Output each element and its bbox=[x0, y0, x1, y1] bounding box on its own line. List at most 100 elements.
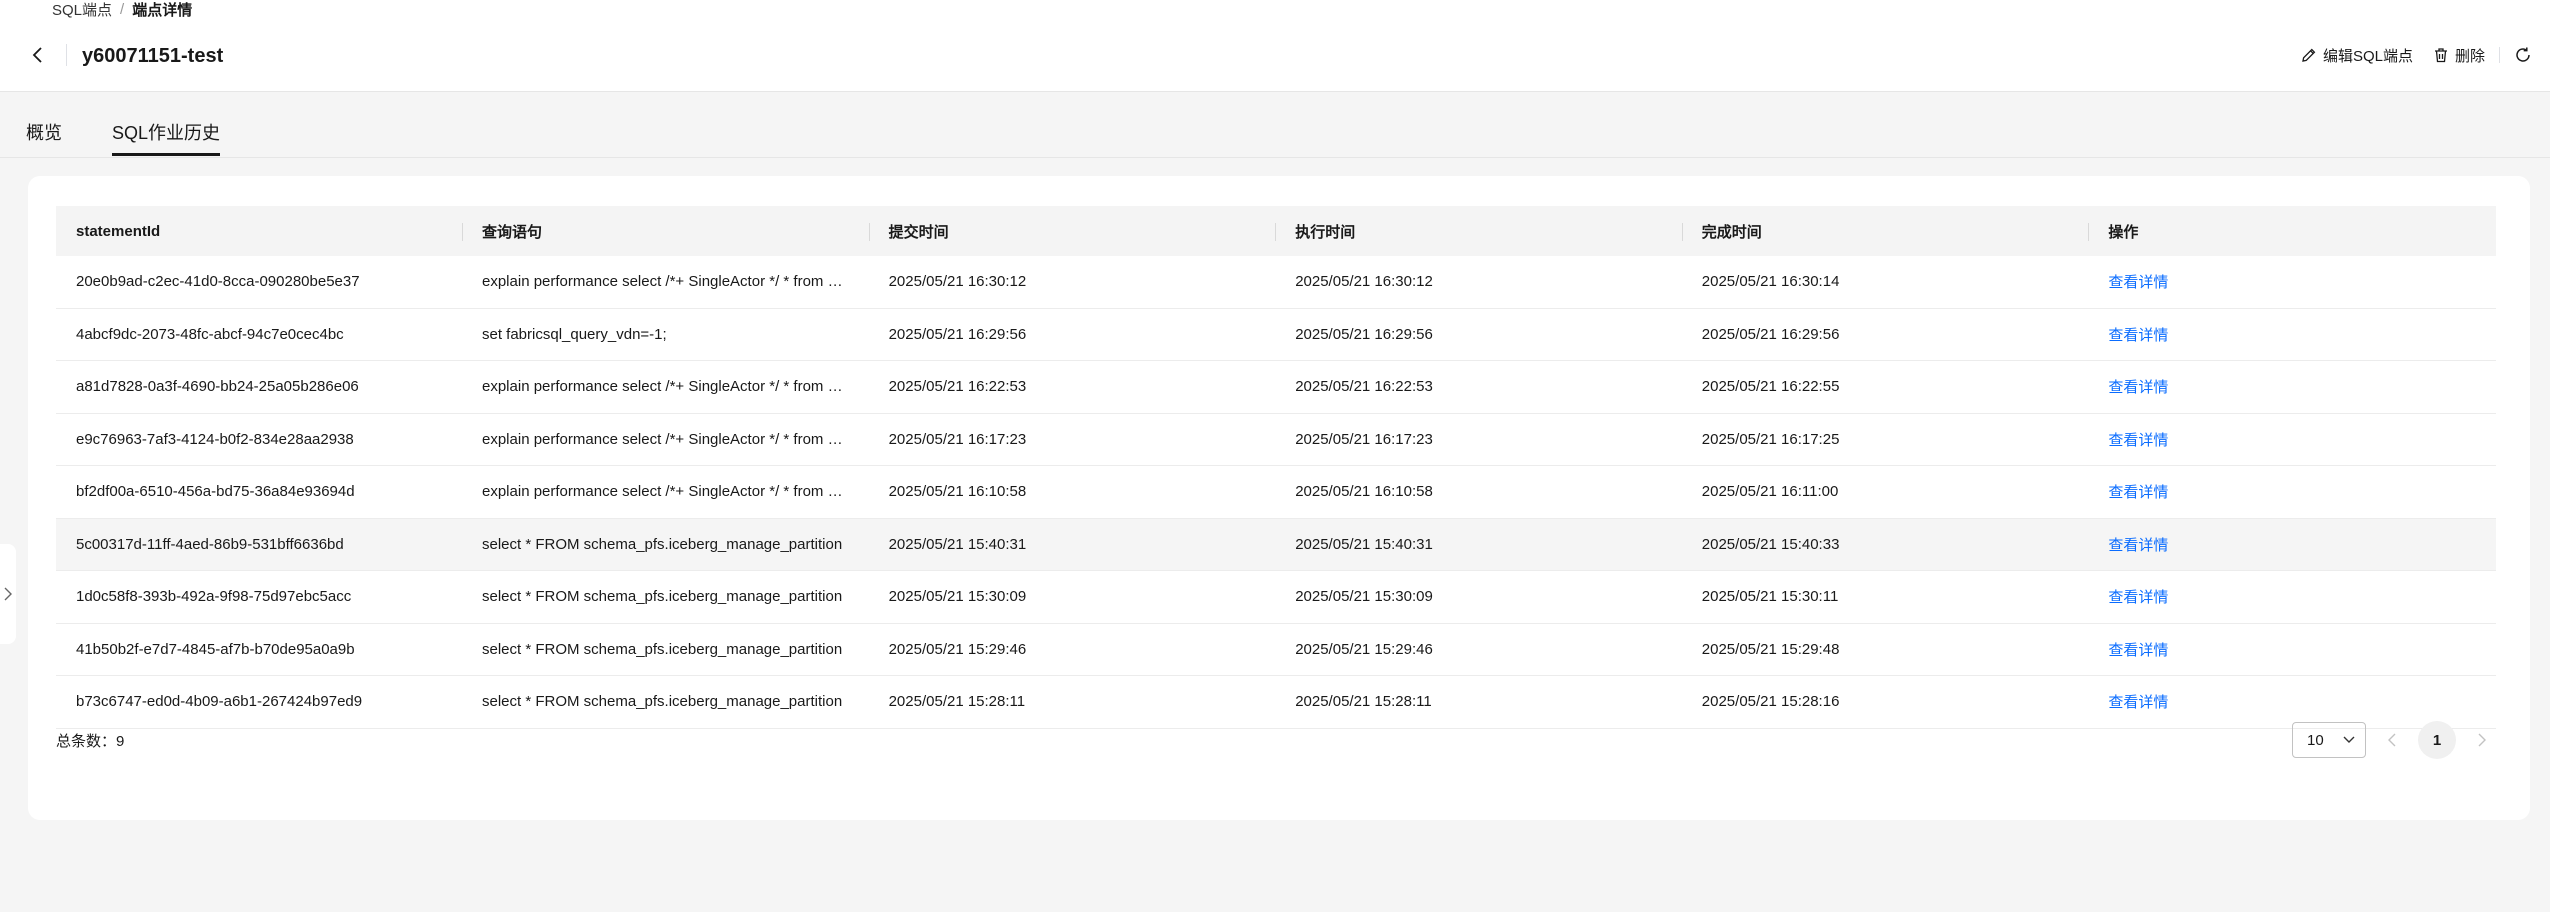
view-details-link[interactable]: 查看详情 bbox=[2108, 642, 2168, 659]
query-cell: select * FROM schema_pfs.iceberg_manage_… bbox=[482, 535, 843, 553]
table-cell: 查看详情 bbox=[2088, 639, 2495, 660]
view-details-link[interactable]: 查看详情 bbox=[2108, 379, 2168, 396]
table-cell: explain performance select /*+ SingleAct… bbox=[462, 273, 869, 290]
table-cell: 2025/05/21 15:29:46 bbox=[869, 641, 1276, 658]
breadcrumb-current: 端点详情 bbox=[132, 1, 193, 19]
exec-time-cell: 2025/05/21 16:22:53 bbox=[1295, 378, 1433, 396]
submit-time-cell: 2025/05/21 16:17:23 bbox=[888, 430, 1027, 448]
table-cell: 查看详情 bbox=[2088, 534, 2495, 555]
table-row: b73c6747-ed0d-4b09-a6b1-267424b97ed9 sele… bbox=[56, 676, 2496, 729]
table-cell: 2025/05/21 16:29:56 bbox=[869, 326, 1276, 343]
exec-time-cell: 2025/05/21 15:30:09 bbox=[1295, 588, 1433, 606]
table-row: 41b50b2f-e7d7-4845-af7b-b70de95a0a9b sele… bbox=[56, 624, 2496, 676]
page-size-select[interactable]: 10 bbox=[2292, 722, 2366, 758]
table-cell: 2025/05/21 16:17:25 bbox=[1682, 431, 2089, 448]
refresh-button[interactable] bbox=[2514, 46, 2532, 64]
tab-bar: 概览 SQL作业历史 bbox=[26, 118, 221, 158]
breadcrumb-parent[interactable]: SQL端点 bbox=[52, 0, 112, 20]
table-cell: 2025/05/21 16:10:58 bbox=[1275, 483, 1682, 500]
table-cell: 2025/05/21 16:30:12 bbox=[1275, 273, 1682, 290]
statement-id-cell: a81d7828-0a3f-4690-bb24-25a05b286e06 bbox=[76, 378, 359, 396]
table-cell: explain performance select /*+ SingleAct… bbox=[462, 378, 869, 395]
table-cell: 查看详情 bbox=[2088, 324, 2495, 345]
submit-time-cell: 2025/05/21 16:10:58 bbox=[888, 483, 1027, 501]
chevron-right-icon bbox=[2478, 733, 2486, 747]
table-cell: 2025/05/21 16:29:56 bbox=[1682, 326, 2089, 343]
submit-time-cell: 2025/05/21 16:22:53 bbox=[888, 378, 1027, 396]
table-cell: 2025/05/21 15:30:09 bbox=[1275, 588, 1682, 605]
job-history-card: statementId 查询语句 提交时间 执行时间 完成时间 操作 20e0b… bbox=[28, 176, 2530, 820]
submit-time-cell: 2025/05/21 16:29:56 bbox=[888, 325, 1027, 343]
table-row: 20e0b9ad-c2ec-41d0-8cca-090280be5e37 expl… bbox=[56, 256, 2496, 309]
table-cell: 2025/05/21 16:22:53 bbox=[1275, 378, 1682, 395]
edit-sql-endpoint-button[interactable]: 编辑SQL端点 bbox=[2301, 45, 2413, 66]
view-details-link[interactable]: 查看详情 bbox=[2108, 589, 2168, 606]
back-button[interactable] bbox=[26, 42, 50, 68]
refresh-icon bbox=[2516, 47, 2530, 62]
finish-time-cell: 2025/05/21 16:29:56 bbox=[1701, 325, 1840, 343]
table-cell: 查看详情 bbox=[2088, 271, 2495, 292]
chevron-left-icon bbox=[2388, 733, 2396, 747]
prev-page-button[interactable] bbox=[2378, 722, 2406, 758]
header-actions: 编辑SQL端点 删除 bbox=[2301, 42, 2532, 68]
submit-time-cell: 2025/05/21 15:29:46 bbox=[888, 640, 1027, 658]
page-number-current[interactable]: 1 bbox=[2418, 721, 2456, 759]
edit-sql-endpoint-label: 编辑SQL端点 bbox=[2322, 47, 2413, 65]
table-cell: 2025/05/21 15:28:11 bbox=[1275, 693, 1682, 710]
table-cell: 2025/05/21 15:29:48 bbox=[1682, 641, 2089, 658]
statement-id-cell: 1d0c58f8-393b-492a-9f98-75d97ebc5acc bbox=[76, 588, 352, 606]
side-panel-toggle[interactable] bbox=[0, 544, 16, 644]
submit-time-cell: 2025/05/21 15:30:09 bbox=[888, 588, 1027, 606]
title-divider bbox=[66, 44, 67, 66]
table-cell: 查看详情 bbox=[2088, 481, 2495, 502]
submit-time-cell: 2025/05/21 16:30:12 bbox=[888, 273, 1027, 291]
exec-time-cell: 2025/05/21 15:40:31 bbox=[1295, 535, 1433, 553]
statement-id-cell: 5c00317d-11ff-4aed-86b9-531bff6636bd bbox=[76, 535, 344, 553]
view-details-link[interactable]: 查看详情 bbox=[2108, 484, 2168, 501]
view-details-link[interactable]: 查看详情 bbox=[2108, 327, 2168, 344]
table-cell: 2025/05/21 15:28:16 bbox=[1682, 693, 2089, 710]
delete-button[interactable]: 删除 bbox=[2433, 45, 2485, 66]
exec-time-cell: 2025/05/21 15:28:11 bbox=[1295, 693, 1432, 711]
exec-time-cell: 2025/05/21 15:29:46 bbox=[1295, 640, 1433, 658]
statement-id-cell: b73c6747-ed0d-4b09-a6b1-267424b97ed9 bbox=[76, 693, 363, 711]
table-cell: 5c00317d-11ff-4aed-86b9-531bff6636bd bbox=[56, 536, 462, 553]
total-count: 总条数：9 bbox=[56, 732, 125, 750]
column-header: 执行时间 bbox=[1275, 221, 1682, 242]
table-body: 20e0b9ad-c2ec-41d0-8cca-090280be5e37 expl… bbox=[56, 256, 2496, 729]
view-details-link[interactable]: 查看详情 bbox=[2108, 432, 2168, 449]
next-page-button[interactable] bbox=[2468, 722, 2496, 758]
table-cell: select * FROM schema_pfs.iceberg_manage_… bbox=[462, 588, 869, 605]
tab-overview[interactable]: 概览 bbox=[26, 118, 62, 158]
view-details-link[interactable]: 查看详情 bbox=[2108, 694, 2168, 711]
table-row: e9c76963-7af3-4124-b0f2-834e28aa2938 expl… bbox=[56, 414, 2496, 466]
query-cell: select * FROM schema_pfs.iceberg_manage_… bbox=[482, 588, 843, 606]
table-row: 1d0c58f8-393b-492a-9f98-75d97ebc5acc sele… bbox=[56, 571, 2496, 624]
table-cell: 2025/05/21 16:22:53 bbox=[869, 378, 1276, 395]
table-cell: 2025/05/21 16:29:56 bbox=[1275, 326, 1682, 343]
table-cell: 2025/05/21 16:17:23 bbox=[1275, 431, 1682, 448]
table-cell: 查看详情 bbox=[2088, 691, 2495, 712]
submit-time-cell: 2025/05/21 15:28:11 bbox=[888, 693, 1026, 711]
statement-id-cell: 41b50b2f-e7d7-4845-af7b-b70de95a0a9b bbox=[76, 640, 355, 658]
query-cell: select * FROM schema_pfs.iceberg_manage_… bbox=[482, 640, 843, 658]
page-title: y60071151-test bbox=[82, 45, 224, 67]
column-header: statementId bbox=[76, 222, 161, 240]
chevron-left-icon bbox=[32, 47, 42, 63]
finish-time-cell: 2025/05/21 16:11:00 bbox=[1701, 483, 1839, 501]
column-header: 完成时间 bbox=[1681, 221, 2089, 242]
chevron-down-icon bbox=[2343, 736, 2355, 743]
table-cell: 1d0c58f8-393b-492a-9f98-75d97ebc5acc bbox=[56, 588, 462, 605]
query-cell: explain performance select /*+ SingleAct… bbox=[482, 483, 869, 501]
table-cell: select * FROM schema_pfs.iceberg_manage_… bbox=[462, 536, 869, 553]
view-details-link[interactable]: 查看详情 bbox=[2108, 537, 2168, 554]
finish-time-cell: 2025/05/21 15:28:16 bbox=[1701, 693, 1840, 711]
table-cell: 2025/05/21 15:30:09 bbox=[869, 588, 1276, 605]
table-cell: 查看详情 bbox=[2088, 376, 2495, 397]
table-cell: 4abcf9dc-2073-48fc-abcf-94c7e0cec4bc bbox=[56, 326, 462, 343]
finish-time-cell: 2025/05/21 15:30:11 bbox=[1701, 588, 1839, 606]
view-details-link[interactable]: 查看详情 bbox=[2108, 274, 2168, 291]
finish-time-cell: 2025/05/21 15:40:33 bbox=[1701, 535, 1840, 553]
tab-sql-job-history[interactable]: SQL作业历史 bbox=[112, 118, 221, 158]
chevron-right-icon bbox=[4, 587, 12, 601]
